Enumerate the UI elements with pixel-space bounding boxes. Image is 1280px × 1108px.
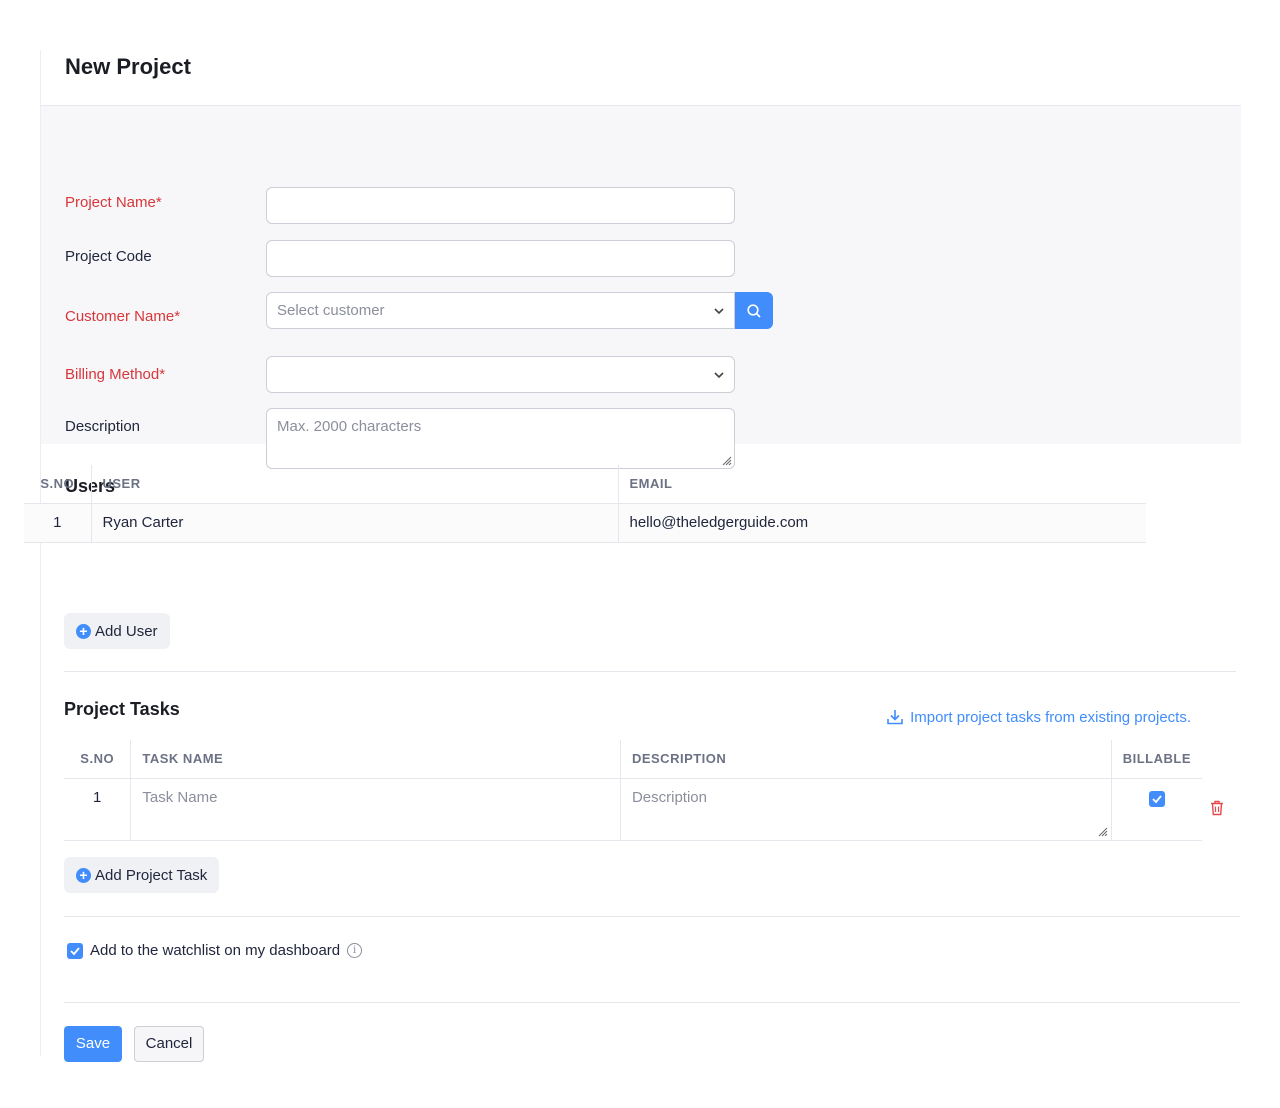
chevron-down-icon bbox=[714, 308, 724, 315]
project-code-input[interactable] bbox=[266, 240, 735, 277]
page-title: New Project bbox=[65, 54, 191, 79]
column-header-user: USER bbox=[90, 465, 618, 504]
project-code-label: Project Code bbox=[65, 248, 152, 265]
task-description-input[interactable]: Description bbox=[619, 778, 1112, 841]
user-sno: 1 bbox=[24, 503, 91, 543]
task-sno: 1 bbox=[64, 778, 131, 841]
section-divider bbox=[64, 916, 1240, 917]
download-icon bbox=[887, 710, 903, 725]
column-header-task-name: TASK NAME bbox=[130, 740, 621, 779]
project-form: Project Name* Project Code Customer Name… bbox=[41, 106, 1241, 469]
plus-circle-icon: + bbox=[76, 867, 91, 883]
column-header-sno: S.NO bbox=[24, 465, 91, 504]
task-name-input[interactable]: Task Name bbox=[130, 778, 621, 841]
watchlist-option: Add to the watchlist on my dashboard i bbox=[67, 942, 363, 959]
project-name-input[interactable] bbox=[266, 187, 735, 224]
table-row: 1 Ryan Carter hello@theledgerguide.com bbox=[24, 503, 1146, 543]
project-tasks-title: Project Tasks bbox=[64, 699, 180, 719]
column-header-description: DESCRIPTION bbox=[619, 740, 1112, 779]
column-header-sno: S.NO bbox=[64, 740, 131, 779]
billing-method-label: Billing Method* bbox=[65, 366, 166, 383]
save-button[interactable]: Save bbox=[64, 1026, 122, 1062]
chevron-down-icon bbox=[714, 372, 724, 379]
billing-method-select[interactable] bbox=[266, 356, 735, 393]
footer-divider bbox=[64, 1002, 1240, 1003]
import-tasks-label: Import project tasks from existing proje… bbox=[910, 708, 1191, 726]
section-divider bbox=[64, 671, 1236, 672]
customer-search-button[interactable] bbox=[735, 292, 773, 329]
check-icon bbox=[1152, 794, 1162, 803]
billable-checkbox[interactable] bbox=[1148, 790, 1165, 807]
customer-name-label: Customer Name* bbox=[65, 308, 181, 325]
table-row: 1 Task Name Description bbox=[64, 778, 1202, 841]
add-user-button[interactable]: + Add User bbox=[64, 613, 170, 649]
user-email: hello@theledgerguide.com bbox=[617, 503, 1146, 543]
trash-icon[interactable] bbox=[1210, 800, 1224, 816]
customer-select[interactable]: Select customer bbox=[266, 292, 735, 329]
watchlist-label: Add to the watchlist on my dashboard bbox=[90, 942, 341, 959]
new-project-panel: New Project Project Name* Project Code C… bbox=[40, 50, 1241, 1056]
add-project-task-label: Add Project Task bbox=[95, 866, 208, 884]
resize-handle-icon[interactable] bbox=[1096, 825, 1108, 837]
column-header-billable: BILLABLE bbox=[1110, 740, 1202, 779]
description-textarea[interactable]: Max. 2000 characters bbox=[266, 408, 735, 469]
task-description-placeholder: Description bbox=[631, 788, 707, 806]
add-user-label: Add User bbox=[95, 622, 158, 640]
project-name-label: Project Name* bbox=[65, 194, 162, 211]
description-label: Description bbox=[65, 418, 141, 435]
plus-circle-icon: + bbox=[76, 623, 91, 639]
import-tasks-link[interactable]: Import project tasks from existing proje… bbox=[886, 708, 1191, 726]
project-tasks-table: S.NO TASK NAME DESCRIPTION BILLABLE 1 Ta… bbox=[64, 740, 1202, 841]
cancel-button[interactable]: Cancel bbox=[134, 1026, 204, 1062]
search-icon bbox=[747, 303, 761, 318]
check-icon bbox=[70, 946, 80, 955]
users-table: S.NO USER EMAIL 1 Ryan Carter hello@thel… bbox=[24, 465, 1146, 543]
user-name: Ryan Carter bbox=[90, 503, 618, 543]
column-header-email: EMAIL bbox=[617, 465, 1146, 504]
add-project-task-button[interactable]: + Add Project Task bbox=[64, 857, 220, 893]
customer-placeholder: Select customer bbox=[277, 302, 385, 319]
info-icon[interactable]: i bbox=[347, 943, 363, 958]
watchlist-checkbox[interactable] bbox=[67, 942, 83, 959]
description-placeholder: Max. 2000 characters bbox=[277, 418, 422, 435]
task-billable-cell bbox=[1110, 778, 1202, 841]
